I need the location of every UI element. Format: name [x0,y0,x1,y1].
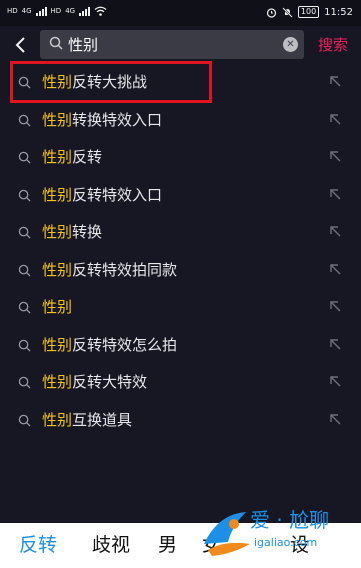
suggestion-item[interactable]: 性别转换 [0,214,361,252]
suggestion-match: 性别 [42,335,73,354]
status-time: 11:52 [324,6,353,18]
search-button[interactable]: 搜索 [318,34,348,55]
watermark-url: igaliao.com [254,536,318,549]
search-icon [18,414,31,427]
suggestion-item[interactable]: 性别转换特效入口 [0,102,361,140]
search-input[interactable] [68,34,268,55]
search-icon [18,114,31,127]
suggestion-text: 性别反转大特效 [42,372,147,392]
suggestion-item[interactable]: 性别反转特效怎么拍 [0,327,361,365]
suggestion-item[interactable]: 性别 [0,289,361,327]
suggestion-text: 性别互换道具 [42,410,132,430]
suggestion-item[interactable]: 性别反转 [0,139,361,177]
suggestion-list: 性别反转大挑战 性别转换特效入口 性别反转 性别反转特效入口 性别转换 性别反转… [0,64,361,439]
search-icon [18,264,31,277]
arrow-up-left-icon[interactable] [329,75,342,88]
suggestion-item[interactable]: 性别反转特效拍同款 [0,252,361,290]
mute-icon [282,6,293,18]
suggestion-match: 性别 [42,260,73,279]
suggestion-item[interactable]: 性别反转大特效 [0,364,361,402]
suggestion-match: 性别 [42,298,73,316]
search-icon [49,36,63,50]
watermark-logo [204,512,250,556]
chevron-left-icon [15,37,25,53]
suggestion-text: 性别反转特效怎么拍 [42,335,177,355]
watermark: 爱 · 尬聊 igaliao.com [198,498,361,568]
suggestion-rest: 互换道具 [72,410,133,429]
watermark-text: 爱 · 尬聊 [250,508,330,532]
suggestion-rest: 反转大特效 [72,373,148,391]
search-icon [18,226,31,239]
network-status: HD 4G HD 4G [7,6,107,16]
search-box[interactable]: ✕ [40,30,304,59]
suggestion-text: 性别反转特效拍同款 [42,260,177,280]
wifi-icon [94,6,107,16]
suggestion-rest: 反转特效怎么拍 [72,335,178,354]
suggestion-match: 性别 [42,148,73,166]
search-icon [18,376,31,389]
suggestion-rest: 反转特效拍同款 [72,260,178,279]
suggestion-match: 性别 [42,223,73,241]
search-icon [18,189,31,202]
arrow-up-left-icon[interactable] [329,263,342,276]
signal-icon [35,6,47,16]
arrow-up-left-icon[interactable] [329,150,342,163]
clear-icon[interactable]: ✕ [283,37,298,52]
arrow-up-left-icon[interactable] [329,188,342,201]
alarm-icon [266,7,276,18]
suggestion-match: 性别 [42,110,73,129]
suggestion-match: 性别 [42,185,73,204]
search-icon [18,301,31,314]
annotation-highlight-box [10,61,212,103]
suggestion-item[interactable]: 性别反转特效入口 [0,177,361,215]
candidate-word[interactable]: 男 [158,532,177,558]
suggestion-rest: 反转特效入口 [72,185,163,204]
network-type-2: 4G [65,7,76,15]
status-bar: HD 4G HD 4G 100 11:52 [0,0,361,26]
arrow-up-left-icon[interactable] [329,413,342,426]
arrow-up-left-icon[interactable] [329,338,342,351]
arrow-up-left-icon[interactable] [329,300,342,313]
battery-icon: 100 [297,6,320,18]
suggestion-text: 性别 [42,297,72,317]
back-button[interactable] [8,33,32,57]
suggestion-item[interactable]: 性别互换道具 [0,402,361,440]
suggestion-text: 性别反转 [42,147,102,167]
suggestion-text: 性别转换 [42,222,102,242]
arrow-up-left-icon[interactable] [329,225,342,238]
suggestion-rest: 转换特效入口 [72,110,163,129]
candidate-word[interactable]: 歧视 [92,532,130,558]
suggestion-rest: 转换 [72,223,103,241]
suggestion-text: 性别转换特效入口 [42,110,162,130]
suggestion-text: 性别反转特效入口 [42,185,162,205]
suggestion-match: 性别 [42,373,73,391]
signal-icon-2 [79,6,91,16]
suggestion-match: 性别 [42,410,73,429]
search-icon [18,151,31,164]
search-icon [18,339,31,352]
network-type-1: 4G [21,7,32,15]
arrow-up-left-icon[interactable] [329,113,342,126]
search-header: ✕ 搜索 [0,26,361,64]
candidate-word[interactable]: 反转 [19,532,57,558]
arrow-up-left-icon[interactable] [329,375,342,388]
device-status: 100 11:52 [266,6,353,18]
suggestion-rest: 反转 [72,148,103,166]
hd-label-2: HD [50,7,62,15]
hd-label-1: HD [7,7,18,15]
